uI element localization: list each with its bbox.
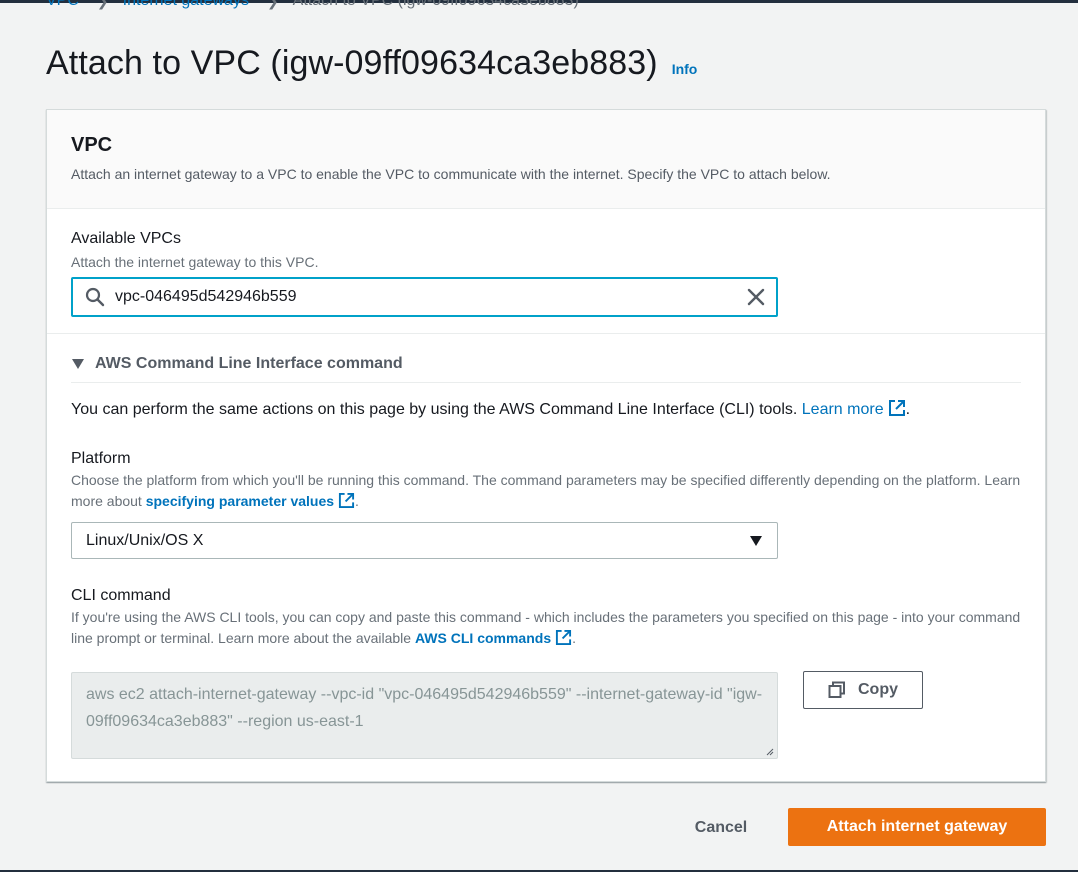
external-link-icon: [338, 492, 355, 515]
breadcrumb-separator: ❯: [266, 0, 279, 9]
breadcrumb-internet-gateways[interactable]: Internet gateways: [123, 0, 249, 10]
cli-intro-text: You can perform the same actions on this…: [71, 401, 798, 418]
platform-label: Platform: [71, 450, 131, 467]
section-heading: VPC: [71, 134, 113, 156]
platform-select-value: Linux/Unix/OS X: [86, 531, 204, 549]
platform-select[interactable]: Linux/Unix/OS X: [71, 522, 778, 559]
vpc-search-input[interactable]: [115, 288, 746, 306]
learn-more-link[interactable]: Learn more: [801, 400, 906, 418]
cli-expander-label: AWS Command Line Interface command: [95, 355, 403, 372]
external-link-icon: [555, 629, 572, 652]
cli-expander[interactable]: AWS Command Line Interface command: [71, 355, 403, 373]
breadcrumb-separator: ❯: [96, 0, 109, 9]
external-link-icon: [888, 399, 906, 422]
cli-command-label: CLI command: [71, 587, 171, 604]
aws-cli-commands-link[interactable]: AWS CLI commands: [414, 629, 572, 646]
info-link[interactable]: Info: [672, 61, 698, 77]
available-vpcs-label: Available VPCs: [71, 230, 181, 247]
platform-description-period: .: [355, 493, 359, 509]
learn-more-label: Learn more: [801, 401, 884, 418]
card-header: VPC Attach an internet gateway to a VPC …: [47, 110, 1045, 209]
divider: [71, 382, 1021, 383]
search-icon: [85, 287, 105, 307]
breadcrumb: VPC ❯ Internet gateways ❯ Attach to VPC …: [46, 0, 579, 10]
vpc-search-field[interactable]: [71, 277, 778, 317]
platform-description: Choose the platform from which you'll be…: [71, 470, 1026, 515]
breadcrumb-current: Attach to VPC (igw-09ff09634ca3eb883): [292, 0, 579, 9]
close-icon[interactable]: [746, 287, 766, 307]
aws-cli-commands-label: AWS CLI commands: [414, 630, 552, 646]
specifying-parameter-values-link[interactable]: specifying parameter values: [145, 492, 355, 509]
copy-button[interactable]: Copy: [803, 671, 923, 709]
cancel-button[interactable]: Cancel: [676, 810, 766, 846]
copy-button-label: Copy: [858, 681, 898, 698]
page-header: Attach to VPC (igw-09ff09634ca3eb883) In…: [46, 44, 697, 83]
page-title: Attach to VPC (igw-09ff09634ca3eb883): [46, 44, 658, 82]
cli-intro: You can perform the same actions on this…: [71, 399, 910, 422]
attach-internet-gateway-button[interactable]: Attach internet gateway: [788, 808, 1046, 846]
breadcrumb-vpc[interactable]: VPC: [46, 0, 79, 10]
section-description: Attach an internet gateway to a VPC to e…: [71, 166, 831, 182]
caret-down-icon: [749, 534, 763, 548]
caret-down-icon: [71, 357, 85, 371]
divider: [47, 333, 1045, 334]
resize-handle-icon[interactable]: [764, 746, 774, 756]
available-vpcs-description: Attach the internet gateway to this VPC.: [71, 254, 319, 270]
cli-command-description: If you're using the AWS CLI tools, you c…: [71, 607, 1026, 652]
cli-command-textarea[interactable]: aws ec2 attach-internet-gateway --vpc-id…: [71, 672, 778, 759]
copy-icon: [828, 681, 846, 699]
specifying-parameter-values-label: specifying parameter values: [145, 493, 335, 509]
cli-command-description-period: .: [572, 630, 576, 646]
vpc-card: VPC Attach an internet gateway to a VPC …: [46, 109, 1046, 782]
cli-intro-period: .: [905, 401, 911, 418]
